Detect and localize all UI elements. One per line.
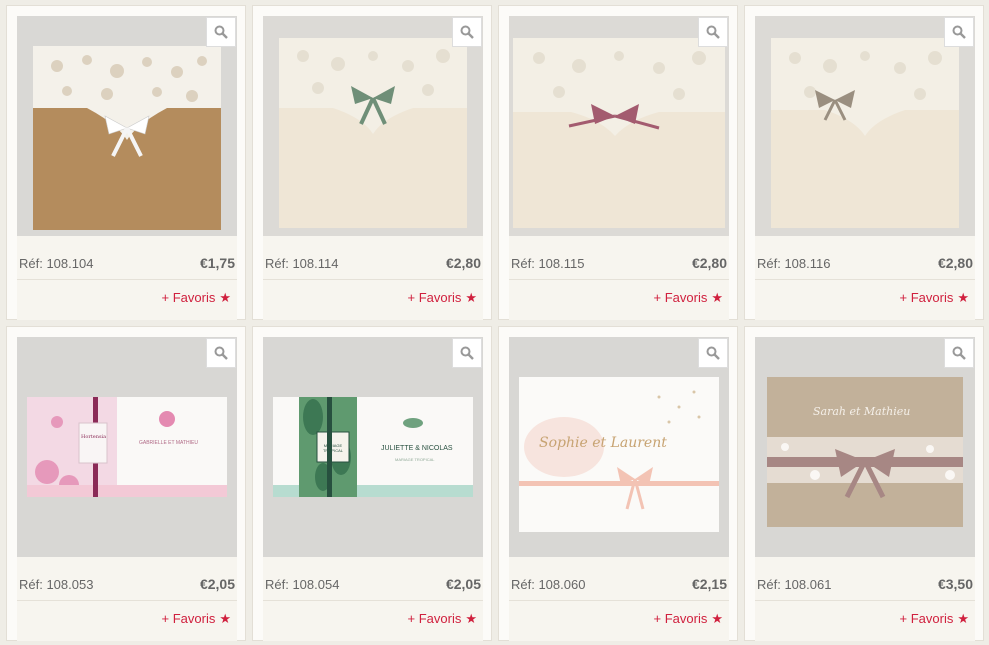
product-ref: Réf: 108.053 xyxy=(19,577,94,592)
star-icon: ★ xyxy=(957,290,969,305)
card-text-script: Hortensia xyxy=(81,434,107,440)
zoom-button[interactable] xyxy=(206,338,236,368)
favorite-label: + Favoris xyxy=(899,611,954,626)
product-ref: Réf: 108.054 xyxy=(265,577,340,592)
product-info: Réf: 108.104 €1,75 + Favoris ★ xyxy=(17,236,237,320)
magnifier-icon xyxy=(706,346,720,360)
magnifier-icon xyxy=(460,346,474,360)
divider xyxy=(755,600,975,601)
star-icon: ★ xyxy=(219,290,231,305)
product-card[interactable]: Réf: 108.115 €2,80 + Favoris ★ xyxy=(498,5,738,320)
product-card[interactable]: Réf: 108.104 €1,75 + Favoris ★ xyxy=(6,5,246,320)
star-icon: ★ xyxy=(957,611,969,626)
product-price: €3,50 xyxy=(937,576,973,592)
divider xyxy=(263,279,483,280)
star-icon: ★ xyxy=(219,611,231,626)
product-price: €1,75 xyxy=(199,255,235,271)
magnifier-icon xyxy=(952,25,966,39)
product-price: €2,80 xyxy=(445,255,481,271)
favorite-label: + Favoris xyxy=(161,611,216,626)
product-ref: Réf: 108.114 xyxy=(265,256,339,271)
divider xyxy=(755,279,975,280)
card-text-names: JULIETTE & NICOLAS xyxy=(381,445,453,452)
divider xyxy=(509,600,729,601)
divider xyxy=(509,279,729,280)
magnifier-icon xyxy=(706,25,720,39)
product-ref: Réf: 108.115 xyxy=(511,256,585,271)
zoom-button[interactable] xyxy=(944,17,974,47)
product-card[interactable]: Réf: 108.114 €2,80 + Favoris ★ xyxy=(252,5,492,320)
add-favorite-link[interactable]: + Favoris ★ xyxy=(162,290,231,306)
product-price: €2,05 xyxy=(199,576,235,592)
product-image[interactable]: Hortensia GABRIELLE ET MATHIEU xyxy=(17,337,237,557)
zoom-button[interactable] xyxy=(944,338,974,368)
favorite-label: + Favoris xyxy=(653,611,708,626)
product-card[interactable]: Hortensia GABRIELLE ET MATHIEU Réf: 108.… xyxy=(6,326,246,641)
product-info: Réf: 108.060 €2,15 + Favoris ★ xyxy=(509,557,729,641)
favorite-label: + Favoris xyxy=(407,290,462,305)
product-info: Réf: 108.115 €2,80 + Favoris ★ xyxy=(509,236,729,320)
product-card[interactable]: Sophie et Laurent Réf: 108.060 €2,15 + F… xyxy=(498,326,738,641)
product-image[interactable]: Sophie et Laurent xyxy=(509,337,729,557)
add-favorite-link[interactable]: + Favoris ★ xyxy=(654,611,723,627)
product-card[interactable]: Sarah et Mathieu Réf: 108.061 €3,50 + Fa… xyxy=(744,326,984,641)
product-ref: Réf: 108.061 xyxy=(757,577,832,592)
product-image[interactable] xyxy=(263,16,483,236)
product-image[interactable] xyxy=(17,16,237,236)
zoom-button[interactable] xyxy=(698,338,728,368)
product-info: Réf: 108.116 €2,80 + Favoris ★ xyxy=(755,236,975,320)
product-image[interactable]: MARIAGE TROPICAL JULIETTE & NICOLAS MARI… xyxy=(263,337,483,557)
card-text-names: GABRIELLE ET MATHIEU xyxy=(139,440,198,446)
add-favorite-link[interactable]: + Favoris ★ xyxy=(162,611,231,627)
zoom-button[interactable] xyxy=(452,338,482,368)
favorite-label: + Favoris xyxy=(653,290,708,305)
product-card[interactable]: Réf: 108.116 €2,80 + Favoris ★ xyxy=(744,5,984,320)
magnifier-icon xyxy=(214,25,228,39)
star-icon: ★ xyxy=(465,611,477,626)
zoom-button[interactable] xyxy=(206,17,236,47)
card-text-tag: MARIAGE TROPICAL xyxy=(322,443,343,453)
product-image[interactable]: Sarah et Mathieu xyxy=(755,337,975,557)
card-text-names: Sophie et Laurent xyxy=(539,435,667,451)
product-price: €2,80 xyxy=(691,255,727,271)
divider xyxy=(17,279,237,280)
add-favorite-link[interactable]: + Favoris ★ xyxy=(900,290,969,306)
add-favorite-link[interactable]: + Favoris ★ xyxy=(900,611,969,627)
add-favorite-link[interactable]: + Favoris ★ xyxy=(408,290,477,306)
product-info: Réf: 108.114 €2,80 + Favoris ★ xyxy=(263,236,483,320)
product-price: €2,80 xyxy=(937,255,973,271)
add-favorite-link[interactable]: + Favoris ★ xyxy=(654,290,723,306)
magnifier-icon xyxy=(214,346,228,360)
magnifier-icon xyxy=(460,25,474,39)
add-favorite-link[interactable]: + Favoris ★ xyxy=(408,611,477,627)
card-text-names: Sarah et Mathieu xyxy=(813,405,911,418)
favorite-label: + Favoris xyxy=(407,611,462,626)
product-ref: Réf: 108.104 xyxy=(19,256,94,271)
product-price: €2,05 xyxy=(445,576,481,592)
favorite-label: + Favoris xyxy=(161,290,216,305)
product-ref: Réf: 108.116 xyxy=(757,256,831,271)
magnifier-icon xyxy=(952,346,966,360)
product-info: Réf: 108.061 €3,50 + Favoris ★ xyxy=(755,557,975,641)
star-icon: ★ xyxy=(711,290,723,305)
product-info: Réf: 108.054 €2,05 + Favoris ★ xyxy=(263,557,483,641)
product-price: €2,15 xyxy=(691,576,727,592)
product-ref: Réf: 108.060 xyxy=(511,577,586,592)
favorite-label: + Favoris xyxy=(899,290,954,305)
divider xyxy=(17,600,237,601)
star-icon: ★ xyxy=(465,290,477,305)
product-info: Réf: 108.053 €2,05 + Favoris ★ xyxy=(17,557,237,641)
card-text-sub: MARIAGE TROPICAL xyxy=(395,457,435,462)
divider xyxy=(263,600,483,601)
product-image[interactable] xyxy=(509,16,729,236)
zoom-button[interactable] xyxy=(452,17,482,47)
product-image[interactable] xyxy=(755,16,975,236)
zoom-button[interactable] xyxy=(698,17,728,47)
product-card[interactable]: MARIAGE TROPICAL JULIETTE & NICOLAS MARI… xyxy=(252,326,492,641)
star-icon: ★ xyxy=(711,611,723,626)
